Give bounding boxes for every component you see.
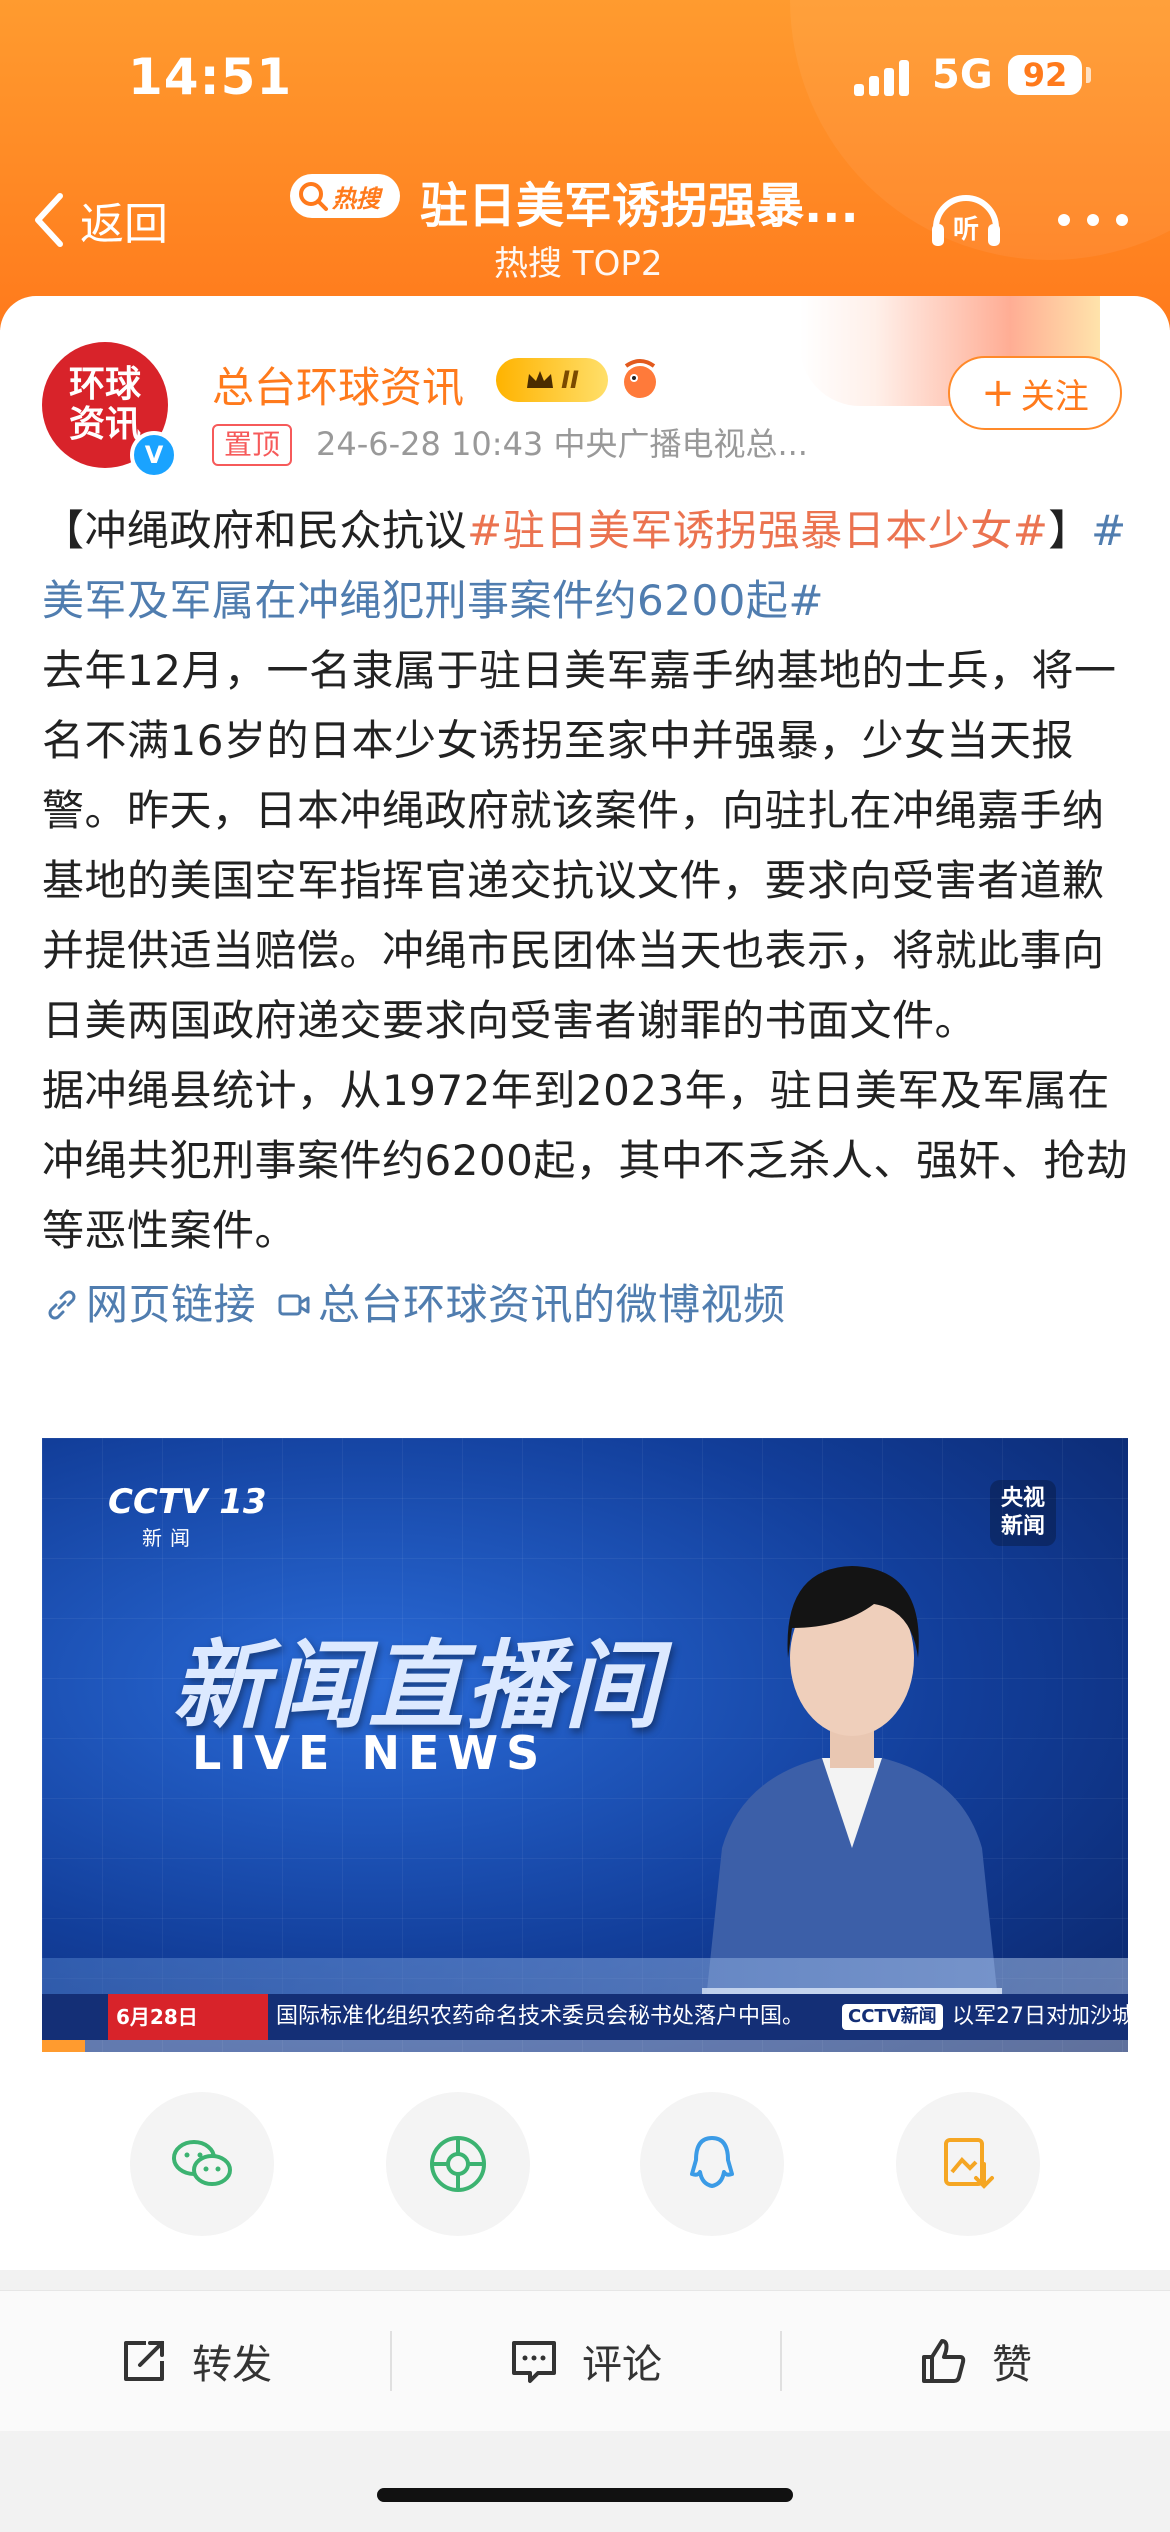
bracket-close: 】	[1048, 506, 1091, 555]
follow-label: 关注	[1020, 376, 1089, 417]
hashtag-link[interactable]: #驻日美军诱拐强暴日本少女#	[467, 506, 1048, 555]
page-subtitle: 热搜 TOP2	[494, 244, 663, 284]
post-body: 【冲绳政府和民众抗议#驻日美军诱拐强暴日本少女#】#美军及军属在冲绳犯刑事案件约…	[42, 496, 1132, 1340]
signal-icon	[854, 58, 910, 96]
hot-badge-label: 热搜	[332, 184, 380, 213]
post-headline: 【冲绳政府和民众抗议#驻日美军诱拐强暴日本少女#】#美军及军属在冲绳犯刑事案件约…	[42, 496, 1132, 636]
video-player[interactable]: CCTV 13 新闻 央视 新闻 新闻直播间 LIVE NEWS 6月28日 0…	[42, 1438, 1128, 2052]
like-label: 赞	[992, 2342, 1032, 2388]
avatar-text-line2: 资讯	[68, 404, 141, 445]
page-title: 驻日美军诱拐强暴...	[420, 178, 859, 234]
ticker-text-right: 以军27日对加沙城	[952, 2004, 1128, 2029]
dot-icon	[1058, 214, 1070, 226]
verified-icon: V	[130, 431, 178, 479]
ticker-logo: CCTV新闻	[842, 2004, 943, 2030]
post-paragraph: 去年12月，一名隶属于驻日美军嘉手纳基地的士兵，将一名不满16岁的日本少女诱拐至…	[42, 646, 1117, 1045]
more-options-button[interactable]	[1058, 205, 1128, 235]
ticker-text: 国际标准化组织农药命名技术委员会秘书处落户中国。	[276, 2004, 805, 2029]
share-wechat-button[interactable]	[130, 2092, 274, 2236]
mascot-icon	[624, 359, 656, 398]
dot-icon	[1087, 214, 1099, 226]
link-icon	[48, 1290, 76, 1320]
listen-button[interactable]: 听	[926, 180, 1006, 260]
network-label: 5G	[932, 52, 993, 98]
save-image-button[interactable]	[896, 2092, 1040, 2236]
headphones-icon: 听	[932, 195, 1000, 246]
battery-icon: 92	[1008, 55, 1082, 95]
repost-label: 转发	[192, 2342, 272, 2388]
post-card: 环球 资讯 V 总台环球资讯 II 置顶 24-6-28 10:43 中央广播电…	[0, 296, 1170, 2270]
action-bar: 转发 评论 赞	[0, 2290, 1170, 2431]
share-arrow-icon	[124, 2341, 164, 2381]
like-button[interactable]: 赞	[780, 2291, 1170, 2431]
news-ticker: 6月28日 09:49 国际标准化组织农药命名技术委员会秘书处落户中国。 CCT…	[42, 1994, 1128, 2052]
moments-icon	[430, 2136, 486, 2192]
share-moments-button[interactable]	[386, 2092, 530, 2236]
bracket-open: 【	[42, 506, 85, 555]
share-row	[0, 2092, 1170, 2242]
topic-title: 冲绳政府和民众抗议	[84, 506, 468, 555]
author-name[interactable]: 总台环球资讯	[212, 354, 464, 415]
video-link-icon	[278, 1294, 310, 1316]
video-progress-fill	[42, 2040, 86, 2052]
video-link[interactable]: 总台环球资讯的微博视频	[318, 1270, 786, 1340]
back-button[interactable]: 返回	[30, 185, 168, 255]
web-link[interactable]: 网页链接	[86, 1270, 256, 1340]
badge-line1: 央视	[1000, 1486, 1045, 1511]
back-label: 返回	[80, 199, 168, 250]
chevron-left-icon	[35, 193, 63, 247]
save-image-icon	[944, 2138, 994, 2189]
thumbs-up-icon	[922, 2339, 966, 2383]
crown-rank-badge[interactable]: II	[496, 358, 608, 402]
avatar-text-line1: 环球	[68, 364, 141, 405]
wechat-icon	[172, 2140, 232, 2186]
battery-tip	[1086, 67, 1091, 83]
ticker-date: 6月28日 09:49	[108, 1994, 268, 2052]
show-subtitle: LIVE NEWS	[192, 1726, 548, 1780]
share-qq-button[interactable]	[640, 2092, 784, 2236]
rank-label: II	[561, 366, 579, 394]
follow-button[interactable]: + 关注	[948, 356, 1122, 430]
top-header: 14:51 5G 92 返回 热搜 驻日美军诱拐强暴... 热搜 TOP2 听	[0, 0, 1170, 330]
svg-text:听: 听	[953, 215, 979, 245]
search-flame-icon	[299, 182, 328, 211]
plus-icon: +	[981, 370, 1015, 416]
pinned-tag: 置顶	[212, 424, 293, 466]
home-indicator	[377, 2488, 793, 2502]
channel-logo: CCTV 13	[108, 1482, 267, 1522]
comment-icon	[512, 2341, 556, 2383]
comment-label: 评论	[582, 2342, 662, 2388]
video-progress-bar[interactable]	[42, 2040, 1128, 2052]
news-desk	[42, 1958, 1128, 1998]
status-time: 14:51	[128, 48, 293, 106]
channel-sublabel: 新闻	[142, 1526, 198, 1550]
post-paragraph: 据冲绳县统计，从1972年到2023年，驻日美军及军属在冲绳共犯刑事案件约620…	[42, 1066, 1129, 1255]
links-row: 网页链接 总台环球资讯的微博视频	[42, 1270, 1132, 1340]
post-meta: 24-6-28 10:43 中央广播电视总...	[316, 425, 808, 463]
dot-icon	[1116, 214, 1128, 226]
crown-icon	[527, 371, 554, 388]
repost-button[interactable]: 转发	[0, 2291, 390, 2431]
qq-icon	[690, 2136, 734, 2188]
comment-button[interactable]: 评论	[390, 2291, 780, 2431]
hot-search-badge: 热搜	[290, 174, 400, 218]
